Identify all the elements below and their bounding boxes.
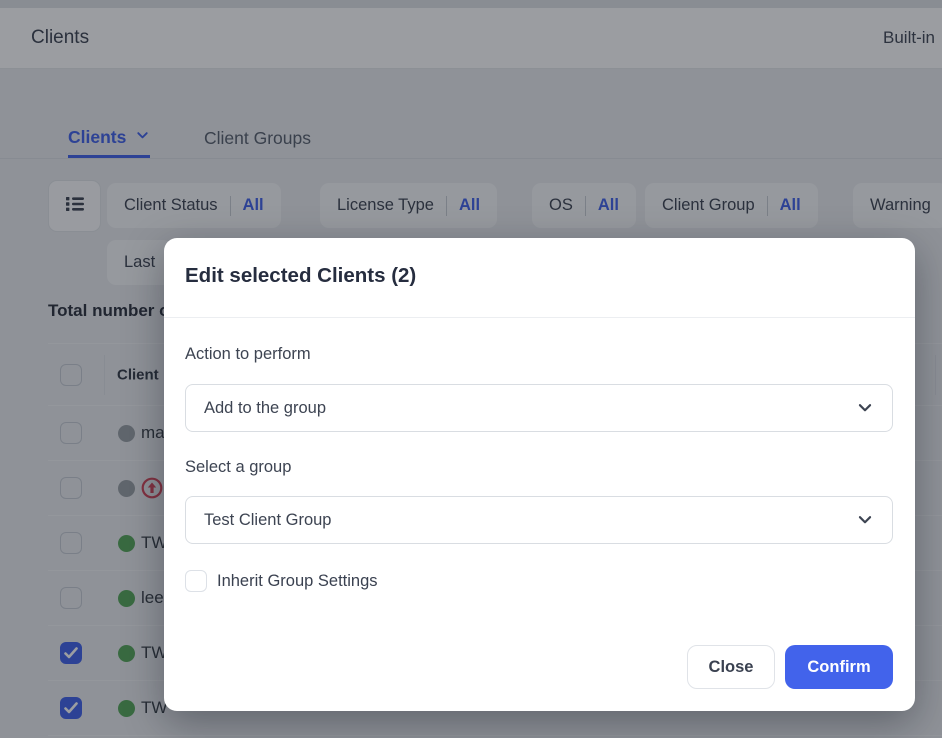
edit-clients-modal: Edit selected Clients (2) Action to perf… bbox=[164, 238, 915, 711]
action-to-perform-label: Action to perform bbox=[185, 345, 311, 364]
chevron-down-icon bbox=[856, 399, 874, 417]
modal-divider bbox=[164, 317, 915, 318]
confirm-button[interactable]: Confirm bbox=[785, 645, 893, 689]
group-select[interactable]: Test Client Group bbox=[185, 496, 893, 544]
action-select-value: Add to the group bbox=[204, 399, 326, 418]
action-select[interactable]: Add to the group bbox=[185, 384, 893, 432]
chevron-down-icon bbox=[856, 511, 874, 529]
group-select-value: Test Client Group bbox=[204, 511, 331, 530]
inherit-group-settings-option[interactable]: Inherit Group Settings bbox=[185, 570, 378, 592]
inherit-checkbox-label: Inherit Group Settings bbox=[217, 572, 378, 591]
inherit-checkbox[interactable] bbox=[185, 570, 207, 592]
select-group-label: Select a group bbox=[185, 458, 291, 477]
modal-title: Edit selected Clients (2) bbox=[185, 264, 416, 288]
page: Clients Built-in Clients Client Groups C… bbox=[0, 0, 942, 738]
close-button[interactable]: Close bbox=[687, 645, 775, 689]
